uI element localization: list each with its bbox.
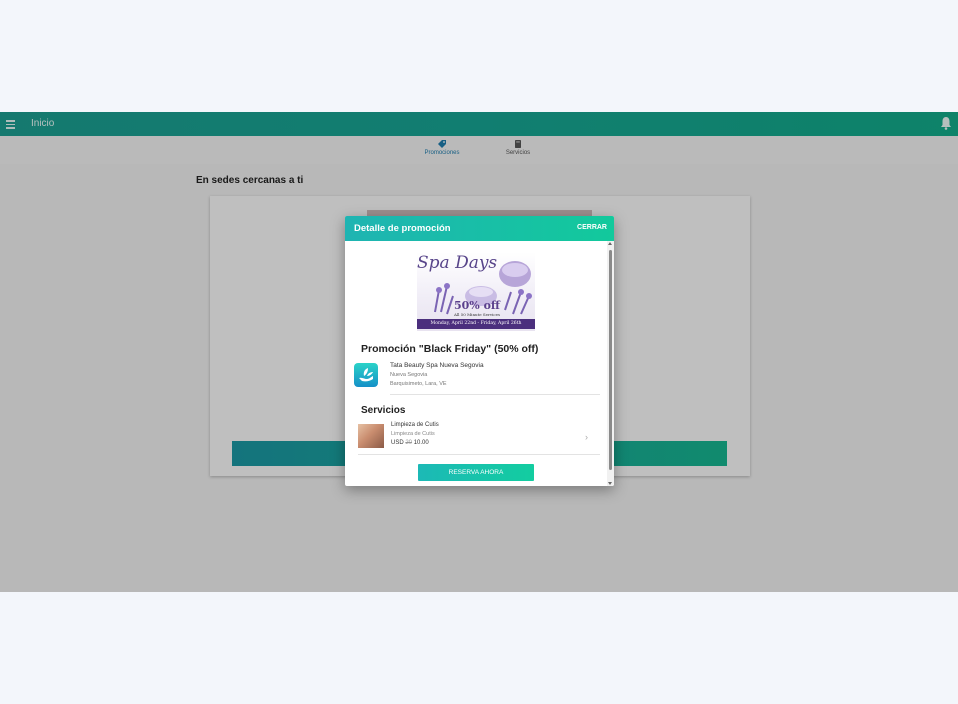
close-button[interactable]: CERRAR [577, 224, 607, 231]
promo-name: Promoción "Black Friday" (50% off) [361, 343, 539, 355]
spa-city: Barquisimeto, Lara, VE [390, 381, 447, 387]
service-subtitle: Limpieza de Cutis [391, 431, 435, 437]
divider [358, 454, 600, 455]
promo-discount: 50% off [454, 299, 500, 312]
promo-subtitle: All 50 Minute Services [454, 312, 501, 317]
book-now-button[interactable]: RESERVA AHORA [418, 464, 534, 481]
scroll-up-icon[interactable] [608, 242, 612, 245]
spa-name: Tata Beauty Spa Nueva Segovia [390, 362, 484, 369]
spa-logo [354, 363, 378, 387]
service-price: USD 20 10.00 [391, 440, 429, 446]
spa-area: Nueva Segovia [390, 372, 428, 378]
service-old-price: 20 [405, 440, 413, 446]
scroll-down-icon[interactable] [608, 482, 612, 485]
promo-image: Spa Days 50% off All 50 Minute Services … [417, 252, 535, 331]
scrollbar-thumb[interactable] [609, 250, 612, 470]
divider [390, 394, 600, 395]
promo-detail-dialog: Detalle de promoción CERRAR Spa Days 50%… [345, 216, 614, 486]
dialog-header: Detalle de promoción CERRAR [345, 216, 614, 241]
promo-script-title: Spa Days [417, 253, 498, 273]
dialog-body: Spa Days 50% off All 50 Minute Services … [345, 241, 607, 486]
service-new-price: 10.00 [413, 440, 429, 446]
promo-dates: Monday, April 22nd - Friday, April 26th [417, 319, 535, 329]
service-thumbnail [358, 424, 384, 448]
service-name: Limpieza de Cutis [391, 422, 439, 428]
chevron-right-icon[interactable]: › [585, 432, 588, 442]
services-title: Servicios [361, 405, 406, 416]
scrollbar[interactable] [607, 241, 614, 486]
spa-hand-leaf-icon [359, 368, 373, 382]
dialog-title: Detalle de promoción [354, 223, 451, 234]
service-currency: USD [391, 440, 404, 446]
